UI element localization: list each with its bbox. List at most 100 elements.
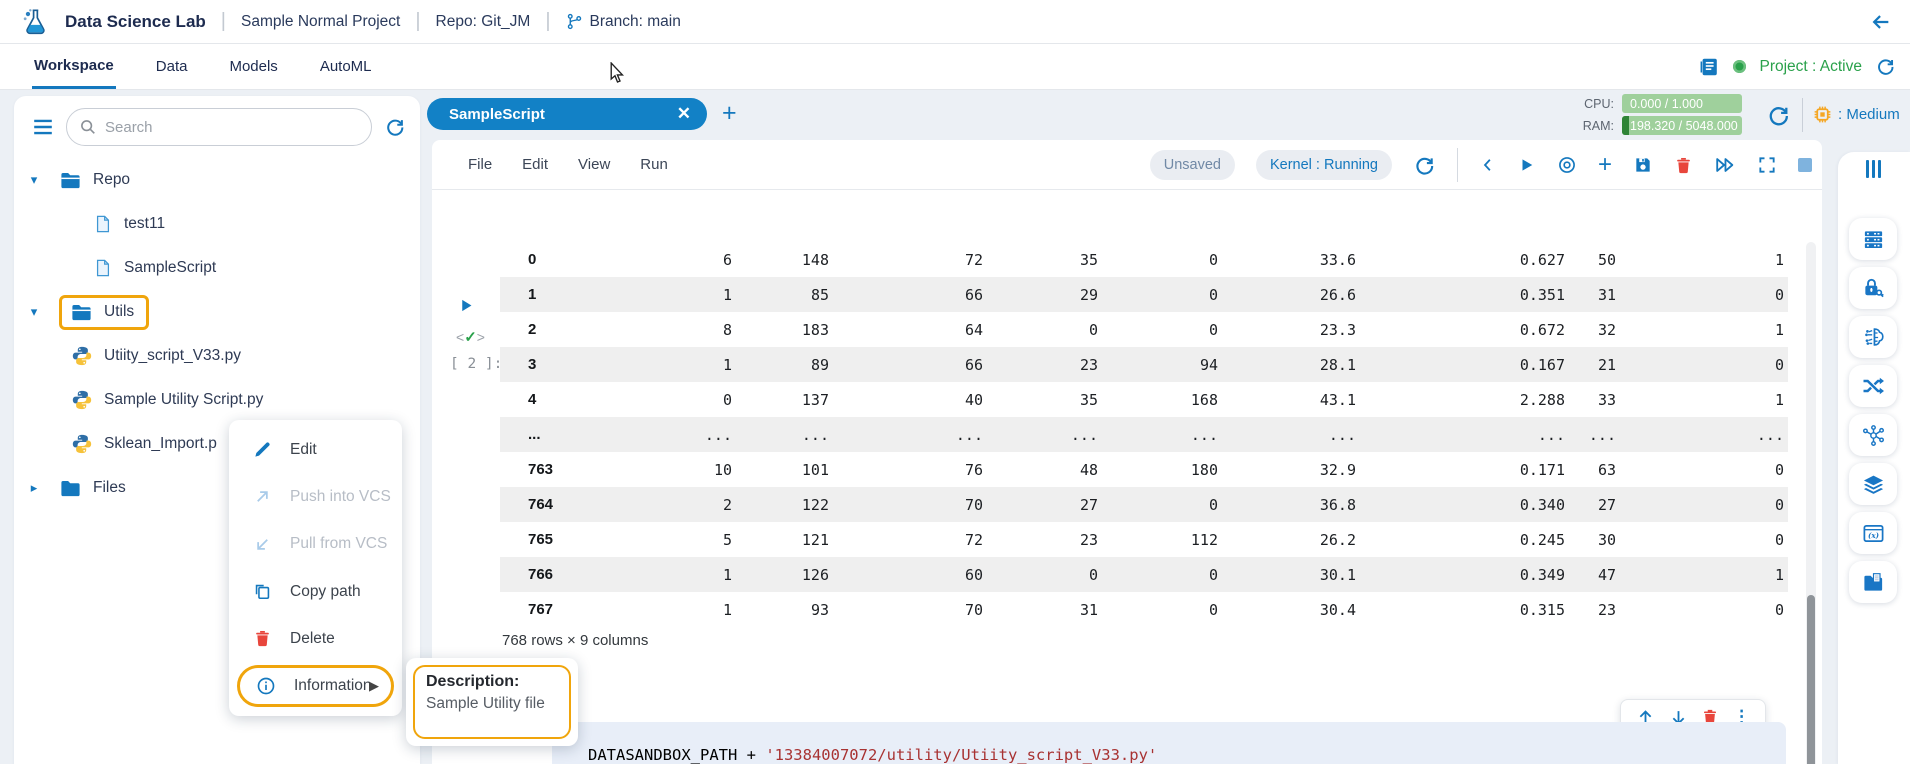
main-nav: Workspace Data Models AutoML Project : A… <box>0 44 1910 90</box>
tree-item-samplescript[interactable]: SampleScript <box>14 246 420 290</box>
shuffle-button[interactable] <box>1849 365 1897 407</box>
data-cell: 0.340 <box>1360 487 1569 522</box>
python-file-icon <box>71 433 93 455</box>
cell-play-icon[interactable] <box>458 297 475 314</box>
tree-item-repo[interactable]: ▾ Repo <box>14 158 420 202</box>
table-row: 7661126600030.10.349471 <box>500 557 1788 592</box>
panel-columns-icon[interactable] <box>1866 160 1881 178</box>
server-tool-button[interactable] <box>1849 218 1897 260</box>
menu-edit[interactable]: Edit <box>522 156 548 173</box>
caret-down-icon[interactable]: ▾ <box>27 304 41 320</box>
context-item-label: Delete <box>290 630 335 648</box>
fullscreen-icon[interactable] <box>1757 155 1777 175</box>
project-refresh-icon[interactable] <box>1875 56 1896 77</box>
context-item-label: Push into VCS <box>290 488 391 506</box>
stop-icon[interactable] <box>1798 158 1812 172</box>
tab-automl[interactable]: AutoML <box>318 46 374 87</box>
data-cell: 23 <box>1569 592 1620 627</box>
data-cell: 0 <box>987 312 1102 347</box>
tree-label: Sklean_Import.p <box>104 435 217 453</box>
tab-models[interactable]: Models <box>227 46 279 87</box>
scrollbar-thumb[interactable] <box>1807 595 1815 764</box>
ml-brain-button[interactable] <box>1849 316 1897 358</box>
data-cell: 36.8 <box>1222 487 1360 522</box>
notebook-scrollbar[interactable] <box>1806 242 1816 764</box>
tree-refresh-icon[interactable] <box>384 116 406 138</box>
data-cell: 94 <box>1102 347 1222 382</box>
code-cell[interactable]: DATASANDBOX_PATH + '13384007072/utility/… <box>552 722 1786 764</box>
caret-down-icon[interactable]: ▾ <box>27 172 41 188</box>
cell-success-icon: <✓> <box>456 328 485 346</box>
search-input[interactable] <box>105 119 359 136</box>
data-cell: 32 <box>1569 312 1620 347</box>
data-cell: 126 <box>736 557 833 592</box>
data-cell: 121 <box>736 522 833 557</box>
menu-run[interactable]: Run <box>640 156 668 173</box>
context-delete[interactable]: Delete <box>229 618 402 660</box>
project-status-dot <box>1733 60 1746 73</box>
data-cell: 31 <box>987 592 1102 627</box>
caret-right-icon[interactable]: ▸ <box>27 480 41 496</box>
data-cell: 1 <box>647 277 736 312</box>
row-index-cell: 767 <box>500 592 647 627</box>
row-index-cell: ... <box>500 417 647 452</box>
data-cell: 0 <box>1102 312 1222 347</box>
table-row: 318966239428.10.167210 <box>500 347 1788 382</box>
run-all-icon[interactable] <box>1714 154 1736 176</box>
data-cell: 21 <box>1569 347 1620 382</box>
code-string-literal: '13384007072/utility/Utiity_script_V33.p… <box>765 746 1157 764</box>
data-cell: 1 <box>1620 382 1788 417</box>
editor-tab-samplescript[interactable]: SampleScript ✕ <box>427 98 707 130</box>
tab-data[interactable]: Data <box>154 46 190 87</box>
layers-button[interactable] <box>1849 463 1897 505</box>
tree-item-utils[interactable]: ▾ Utils <box>14 290 420 334</box>
context-information[interactable]: Information ▶ <box>237 665 394 707</box>
data-cell: 0.351 <box>1360 277 1569 312</box>
context-edit[interactable]: Edit <box>229 429 402 471</box>
context-copy-path[interactable]: Copy path <box>229 571 402 613</box>
close-tab-icon[interactable]: ✕ <box>677 104 691 124</box>
data-cell: 2.288 <box>1360 382 1569 417</box>
kernel-refresh-icon[interactable] <box>1413 154 1436 177</box>
branch-selector[interactable]: Branch: main <box>566 13 681 31</box>
data-cell: 180 <box>1102 452 1222 487</box>
data-cell: 137 <box>736 382 833 417</box>
menu-file[interactable]: File <box>468 156 492 173</box>
resources-refresh-icon[interactable] <box>1766 103 1791 128</box>
save-icon[interactable] <box>1633 155 1653 175</box>
run-cell-icon[interactable] <box>1518 156 1536 174</box>
data-cell: 1 <box>1620 242 1788 277</box>
tab-workspace[interactable]: Workspace <box>32 45 116 89</box>
tree-item-utility-script-v33[interactable]: Utiity_script_V33.py <box>14 334 420 378</box>
data-cell: ... <box>987 417 1102 452</box>
delete-icon[interactable] <box>1674 156 1693 175</box>
project-name: Sample Normal Project <box>241 13 400 31</box>
chevron-left-icon[interactable] <box>1479 156 1497 174</box>
folder-icon <box>70 301 93 324</box>
network-graph-button[interactable] <box>1849 414 1897 456</box>
tree-item-sample-utility-script[interactable]: Sample Utility Script.py <box>14 378 420 422</box>
target-icon[interactable] <box>1557 155 1577 175</box>
data-cell: 0.349 <box>1360 557 1569 592</box>
trash-icon <box>253 629 272 648</box>
context-item-label: Information <box>294 677 372 695</box>
tree-item-test11[interactable]: test11 <box>14 202 420 246</box>
project-files-button[interactable] <box>1849 561 1897 603</box>
description-tooltip: Description: Sample Utility file <box>406 658 578 746</box>
hamburger-menu-icon[interactable] <box>32 116 54 138</box>
data-cell: 0 <box>987 557 1102 592</box>
add-tab-icon[interactable]: + <box>722 99 737 128</box>
add-cell-icon[interactable]: + <box>1598 151 1612 179</box>
project-log-icon[interactable] <box>1698 56 1720 78</box>
arrow-up-right-icon <box>253 487 272 506</box>
back-arrow-icon[interactable] <box>1870 11 1892 33</box>
context-pull-vcs: Pull from VCS <box>229 523 402 565</box>
data-cell: 29 <box>987 277 1102 312</box>
file-context-menu: Edit Push into VCS Pull from VCS Copy pa… <box>229 420 402 716</box>
data-cell: 0.315 <box>1360 592 1569 627</box>
menu-view[interactable]: View <box>578 156 610 173</box>
table-row: 061487235033.60.627501 <box>500 242 1788 277</box>
notebook-content: <✓> [ 2 ]: 061487235033.60.6275011185662… <box>432 190 1822 764</box>
function-button[interactable]: (x) <box>1849 512 1897 554</box>
security-lock-key-button[interactable] <box>1849 267 1897 309</box>
